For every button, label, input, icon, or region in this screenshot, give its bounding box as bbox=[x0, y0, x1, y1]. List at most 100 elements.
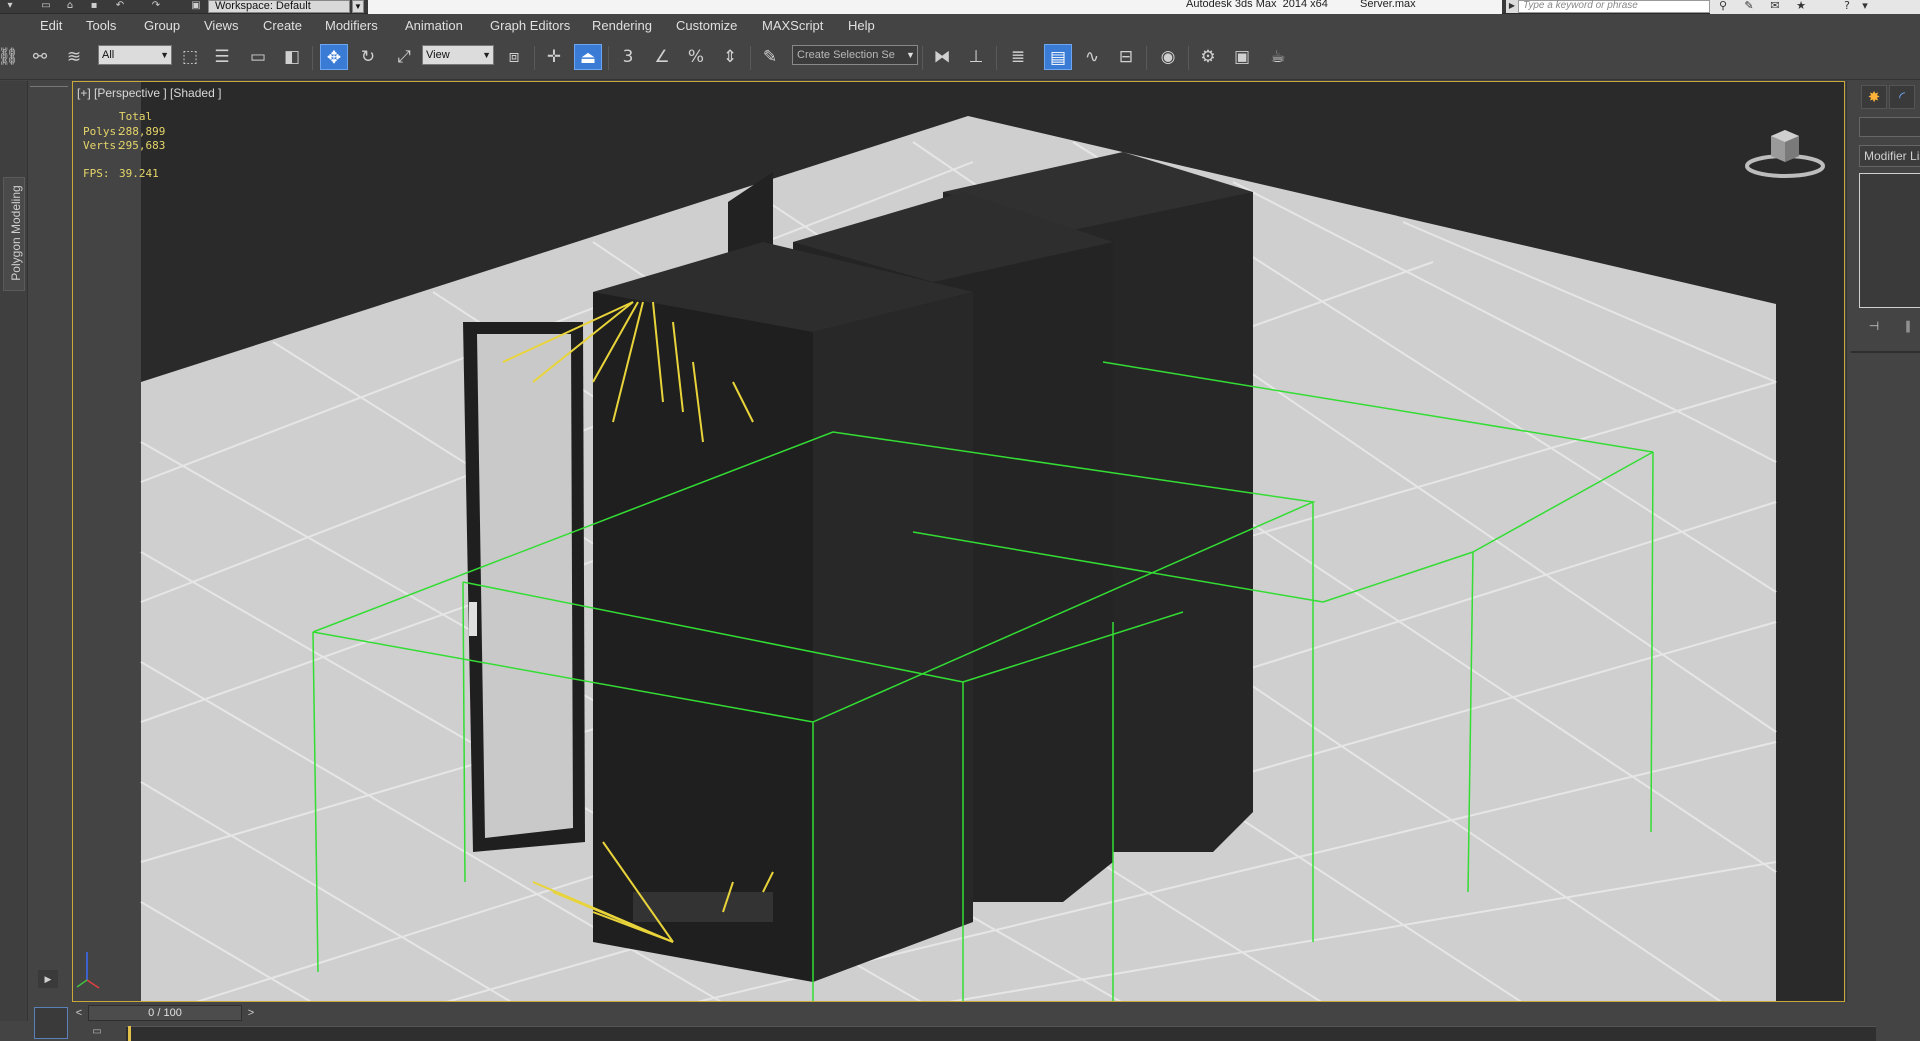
binoculars-icon[interactable]: ⚲ bbox=[1714, 0, 1732, 13]
reference-coord-select[interactable]: View ▼ bbox=[422, 45, 494, 65]
menu-customize[interactable]: Customize bbox=[676, 18, 737, 33]
menu-views[interactable]: Views bbox=[204, 18, 238, 33]
modifier-stack[interactable] bbox=[1859, 173, 1920, 308]
server-rack-front-side bbox=[813, 292, 973, 982]
named-selection-set-field[interactable]: Create Selection Se bbox=[792, 45, 918, 65]
app-menu-icon[interactable]: ▾ bbox=[2, 0, 18, 12]
communication-icon[interactable]: ✉ bbox=[1766, 0, 1784, 13]
time-cursor[interactable] bbox=[128, 1026, 131, 1041]
snaps-toggle-icon[interactable]: 3 bbox=[614, 44, 642, 70]
new-file-icon[interactable]: ▭ bbox=[38, 0, 54, 12]
rack-door-glass bbox=[477, 334, 573, 838]
stats-total-label: Total bbox=[119, 110, 153, 123]
ribbon-tab-polygon-modeling[interactable]: Polygon Modeling bbox=[3, 177, 25, 291]
scene-render bbox=[73, 82, 1844, 1001]
perspective-viewport[interactable]: [+] [Perspective ] [Shaded ] Total Polys… bbox=[72, 81, 1845, 1002]
track-bar[interactable] bbox=[126, 1026, 1876, 1041]
menu-create[interactable]: Create bbox=[263, 18, 302, 33]
redo-icon[interactable]: ↷ bbox=[148, 0, 164, 12]
schematic-view-icon[interactable]: ⊟ bbox=[1112, 44, 1140, 70]
menu-graph-editors[interactable]: Graph Editors bbox=[490, 18, 570, 33]
toolbar-divider bbox=[996, 46, 997, 70]
infocenter-toolbar: ⚲ ✎ ✉ ★ ? ▾ bbox=[1710, 0, 1920, 14]
edit-named-selection-icon[interactable]: ✎ bbox=[756, 44, 784, 70]
layer-manager-icon[interactable]: ≣ bbox=[1004, 44, 1032, 70]
select-and-link-icon[interactable]: ⛓ bbox=[0, 44, 22, 70]
menu-rendering[interactable]: Rendering bbox=[592, 18, 652, 33]
unlink-selection-icon[interactable]: ⚯ bbox=[26, 44, 54, 70]
modify-tab-icon[interactable]: ◜ bbox=[1889, 85, 1915, 109]
panel-divider bbox=[1851, 351, 1920, 353]
manipulate-icon[interactable]: ✛ bbox=[540, 44, 568, 70]
time-slider-prev[interactable]: < bbox=[72, 1005, 86, 1021]
open-file-icon[interactable]: ⌂ bbox=[62, 0, 78, 12]
pin-stack-icon[interactable]: ⊣ bbox=[1863, 317, 1885, 335]
toolbar-divider bbox=[1146, 46, 1147, 70]
toolbar-divider bbox=[312, 46, 313, 70]
subscription-icon[interactable]: ✎ bbox=[1740, 0, 1758, 13]
menu-edit[interactable]: Edit bbox=[40, 18, 62, 33]
play-icon[interactable]: ▶ bbox=[38, 970, 58, 988]
menu-modifiers[interactable]: Modifiers bbox=[325, 18, 378, 33]
material-editor-icon[interactable]: ◉ bbox=[1154, 44, 1182, 70]
viewcube-icon[interactable] bbox=[1745, 116, 1825, 186]
app-title: Autodesk 3ds Max 2014 x64 bbox=[1186, 0, 1328, 10]
bind-to-space-warp-icon[interactable]: ≋ bbox=[60, 44, 88, 70]
select-and-rotate-icon[interactable]: ↻ bbox=[354, 44, 382, 70]
menu-animation[interactable]: Animation bbox=[405, 18, 463, 33]
undo-icon[interactable]: ↶ bbox=[112, 0, 128, 12]
toolbar-divider bbox=[608, 46, 609, 70]
scene-explorer-icon[interactable]: ▤ bbox=[1044, 44, 1072, 70]
render-setup-icon[interactable]: ⚙ bbox=[1194, 44, 1222, 70]
select-by-name-icon[interactable]: ☰ bbox=[208, 44, 236, 70]
help-icon[interactable]: ? bbox=[1838, 0, 1856, 13]
chevron-down-icon[interactable]: ▼ bbox=[904, 46, 917, 64]
stats-verts-value: 295,683 bbox=[119, 139, 166, 152]
rendered-frame-window-icon[interactable]: ▣ bbox=[1228, 44, 1256, 70]
time-slider-bar: < 0 / 100 > ▭ bbox=[28, 1002, 1920, 1041]
rectangular-selection-icon[interactable]: ▭ bbox=[244, 44, 272, 70]
align-icon[interactable]: ⊥ bbox=[962, 44, 990, 70]
menu-maxscript[interactable]: MAXScript bbox=[762, 18, 823, 33]
chevron-down-icon[interactable]: ▼ bbox=[352, 0, 364, 13]
keyboard-shortcut-override-icon[interactable]: ⏏ bbox=[574, 44, 602, 70]
angle-snap-icon[interactable]: ∠ bbox=[648, 44, 676, 70]
object-name-field[interactable] bbox=[1859, 117, 1920, 137]
window-crossing-icon[interactable]: ◧ bbox=[278, 44, 306, 70]
track-bar-icon[interactable]: ▭ bbox=[84, 1026, 110, 1041]
rack-vent-panel bbox=[633, 892, 773, 922]
toolbar-divider bbox=[922, 46, 923, 70]
menu-help[interactable]: Help bbox=[848, 18, 875, 33]
menu-group[interactable]: Group bbox=[144, 18, 180, 33]
favorites-star-icon[interactable]: ★ bbox=[1792, 0, 1810, 13]
mini-curve-editor-toggle[interactable] bbox=[34, 1007, 68, 1039]
search-input[interactable]: Type a keyword or phrase bbox=[1518, 0, 1710, 13]
spinner-snap-icon[interactable]: ⇕ bbox=[716, 44, 744, 70]
select-and-move-icon[interactable]: ✥ bbox=[320, 44, 348, 70]
mirror-icon[interactable]: ⧓ bbox=[928, 44, 956, 70]
curve-editor-icon[interactable]: ∿ bbox=[1078, 44, 1106, 70]
workspace-select[interactable]: Workspace: Default bbox=[208, 0, 350, 13]
chevron-down-icon: ▼ bbox=[160, 50, 169, 60]
pivot-center-icon[interactable]: ⧈ bbox=[500, 44, 528, 70]
modifier-list-select[interactable]: Modifier List bbox=[1859, 145, 1920, 167]
create-tab-icon[interactable]: ✸ bbox=[1861, 85, 1887, 109]
select-object-icon[interactable]: ⬚ bbox=[176, 44, 204, 70]
time-slider[interactable]: 0 / 100 bbox=[88, 1005, 242, 1021]
gutter-divider bbox=[30, 86, 68, 87]
select-and-scale-icon[interactable]: ⤢ bbox=[390, 44, 418, 70]
stats-polys-label: Polys: bbox=[83, 125, 123, 138]
stats-polys-value: 288,899 bbox=[119, 125, 166, 138]
viewport-label[interactable]: [+] [Perspective ] [Shaded ] bbox=[77, 86, 221, 100]
menu-tools[interactable]: Tools bbox=[86, 18, 116, 33]
selection-filter-select[interactable]: All ▼ bbox=[98, 45, 172, 65]
show-end-result-icon[interactable]: ∥ bbox=[1897, 317, 1919, 335]
percent-snap-icon[interactable]: % bbox=[682, 44, 710, 70]
render-production-icon[interactable]: ☕ bbox=[1264, 44, 1292, 70]
time-slider-next[interactable]: > bbox=[244, 1005, 258, 1021]
save-file-icon[interactable]: ▪ bbox=[86, 0, 102, 12]
project-folder-icon[interactable]: ▣ bbox=[188, 0, 204, 12]
help-dropdown-icon[interactable]: ▾ bbox=[1856, 0, 1874, 13]
chevron-down-icon: ▼ bbox=[482, 50, 491, 60]
search-expand-icon[interactable]: ▶ bbox=[1506, 0, 1518, 13]
